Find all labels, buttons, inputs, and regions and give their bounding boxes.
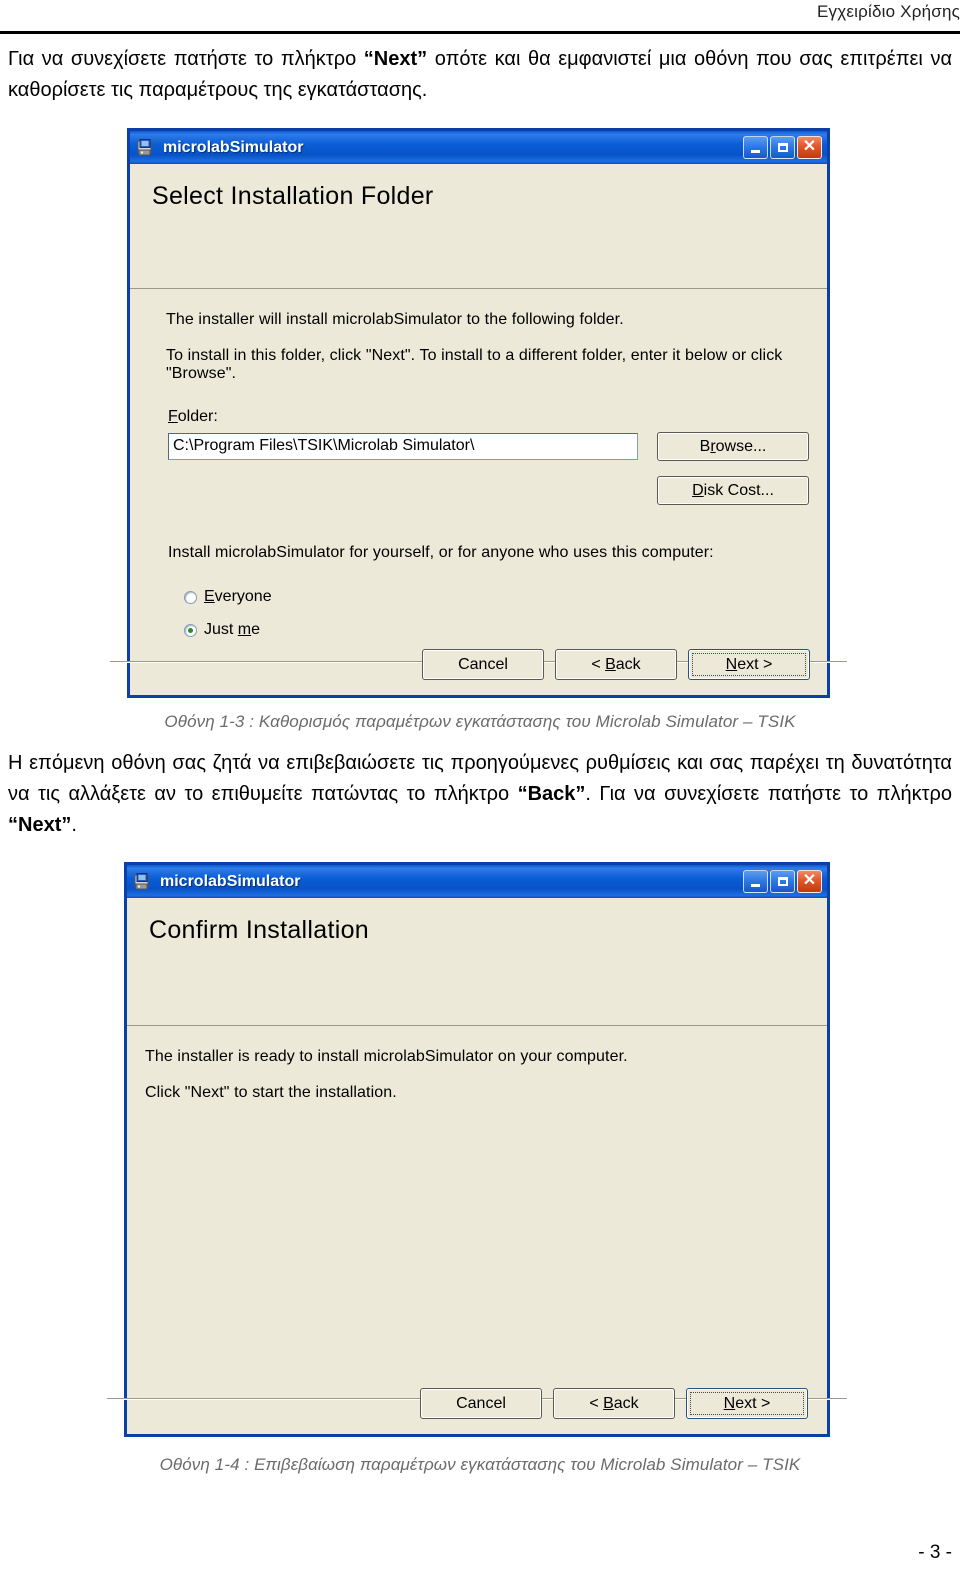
close-icon[interactable]: ✕ <box>797 870 822 893</box>
dialog-body-confirm-installation: The installer is ready to install microl… <box>107 1026 847 1432</box>
next-button[interactable]: Next > <box>688 649 810 680</box>
ready-to-install-text: The installer is ready to install microl… <box>145 1048 628 1065</box>
middle-paragraph: Η επόμενη οθόνη σας ζητά να επιβεβαιώσετ… <box>8 748 952 841</box>
header-divider <box>0 31 960 34</box>
middle-back-keyword: “Back” <box>517 783 586 805</box>
disk-cost-button[interactable]: Disk Cost... <box>657 476 809 505</box>
next-button[interactable]: Next > <box>686 1388 808 1419</box>
page-header-title: Εγχειρίδιο Χρήσης <box>817 2 960 21</box>
installer-package-icon <box>136 138 156 158</box>
banner-confirm-installation: Confirm Installation <box>127 898 827 1026</box>
middle-text-part2: . Για να συνεχίσετε πατήστε το πλήκτρο <box>585 783 952 805</box>
folder-label-rest: older: <box>177 408 218 425</box>
page-number: - 3 - <box>918 1542 952 1563</box>
close-icon[interactable]: ✕ <box>797 136 822 159</box>
maximize-icon[interactable] <box>770 136 795 159</box>
radio-everyone[interactable]: Everyone <box>184 588 272 606</box>
installer-package-icon <box>133 872 153 892</box>
middle-next-keyword: “Next” <box>8 814 72 836</box>
cancel-button[interactable]: Cancel <box>420 1388 542 1419</box>
next-button-label: Next > <box>723 1394 771 1412</box>
minimize-icon[interactable] <box>743 136 768 159</box>
dialog-body-select-folder: The installer will install microlabSimul… <box>110 289 847 693</box>
install-target-text: The installer will install microlabSimul… <box>166 311 624 328</box>
figure-caption-1-3: Οθόνη 1-3 : Καθορισμός παραμέτρων εγκατά… <box>164 712 796 731</box>
dialog-heading: Confirm Installation <box>149 916 369 944</box>
folder-label-mnemonic: F <box>168 408 178 425</box>
titlebar-confirm-installation[interactable]: microlabSimulator ✕ <box>124 862 830 898</box>
intro-next-keyword: “Next” <box>363 48 428 70</box>
middle-text-part3: . <box>71 814 77 836</box>
dialog-select-installation-folder: microlabSimulator ✕ Select Installation … <box>110 128 847 698</box>
minimize-icon[interactable] <box>743 870 768 893</box>
cancel-button-label: Cancel <box>458 655 508 673</box>
folder-label: Folder: <box>168 408 218 426</box>
back-button-label: < Back <box>589 1394 639 1412</box>
click-next-text: Click "Next" to start the installation. <box>145 1084 397 1101</box>
intro-paragraph: Για να συνεχίσετε πατήστε το πλήκτρο “Ne… <box>8 44 952 106</box>
window-title: microlabSimulator <box>160 872 301 890</box>
dialog-footer-select-folder: Cancel < Back Next > <box>130 637 827 695</box>
install-instructions-text: To install in this folder, click "Next".… <box>166 347 783 382</box>
install-scope-label: Install microlabSimulator for yourself, … <box>168 544 714 561</box>
banner-select-folder: Select Installation Folder <box>130 164 827 289</box>
browse-button[interactable]: Browse... <box>657 432 809 461</box>
figure-caption-1-4: Οθόνη 1-4 : Επιβεβαίωση παραμέτρων εγκατ… <box>159 1455 801 1474</box>
radio-everyone-label: Everyone <box>204 588 272 605</box>
back-button-label: < Back <box>591 655 641 673</box>
browse-button-label: Browse... <box>699 437 767 455</box>
next-button-label: Next > <box>725 655 773 673</box>
radio-everyone-indicator <box>184 590 197 604</box>
dialog-heading: Select Installation Folder <box>152 182 434 210</box>
cancel-button[interactable]: Cancel <box>422 649 544 680</box>
intro-text-part1: Για να συνεχίσετε πατήστε το πλήκτρο <box>8 48 364 70</box>
disk-cost-button-label: Disk Cost... <box>692 481 774 499</box>
titlebar-select-folder[interactable]: microlabSimulator ✕ <box>127 128 830 164</box>
window-caption-buttons: ✕ <box>743 870 824 893</box>
back-button[interactable]: < Back <box>555 649 677 680</box>
dialog-confirm-installation: microlabSimulator ✕ Confirm Installation… <box>107 862 847 1437</box>
folder-path-input[interactable]: C:\Program Files\TSIK\Microlab Simulator… <box>168 433 638 460</box>
back-button[interactable]: < Back <box>553 1388 675 1419</box>
cancel-button-label: Cancel <box>456 1394 506 1412</box>
radio-just-me-indicator <box>184 623 197 637</box>
maximize-icon[interactable] <box>770 870 795 893</box>
window-title: microlabSimulator <box>163 138 304 156</box>
window-caption-buttons: ✕ <box>743 136 824 159</box>
dialog-footer-confirm-installation: Cancel < Back Next > <box>127 1376 827 1434</box>
